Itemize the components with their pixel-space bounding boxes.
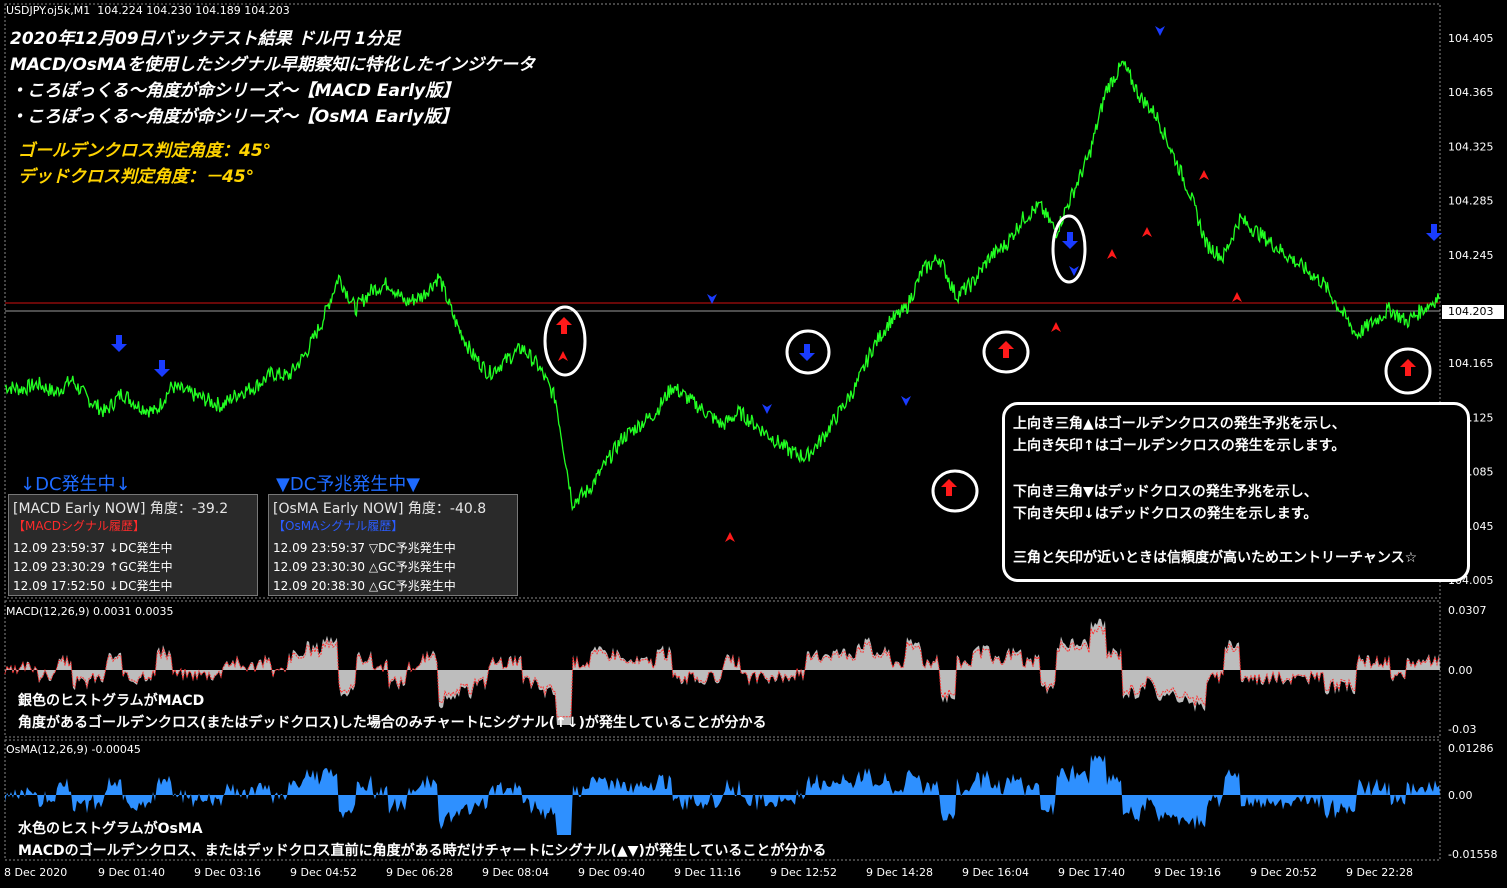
up-arrow-icon	[556, 317, 572, 334]
osma-info-panel: [OsMA Early NOW] 角度：-40.8 【OsMAシグナル履歴】 1…	[268, 494, 518, 596]
macd-history-row: 12.09 23:30:29 ↑GC発生中	[13, 560, 173, 574]
up-triangle-icon	[558, 351, 568, 361]
legend-note-box: 上向き三角▲はゴールデンクロスの発生予兆を示し、 上向き矢印↑はゴールデンクロス…	[1002, 402, 1470, 582]
symbol-header: USDJPY.oj5k,M1 104.224 104.230 104.189 1…	[6, 4, 290, 17]
price-tick-label: 104.405	[1448, 32, 1494, 45]
note-line: 上向き矢印↑はゴールデンクロスの発生を示します。	[1013, 438, 1346, 454]
time-tick: 9 Dec 17:40	[1058, 866, 1125, 879]
osma-indicator-label: OsMA(12,26,9) -0.00045	[6, 743, 141, 756]
time-tick: 9 Dec 09:40	[578, 866, 645, 879]
macd-caption-detail: 角度があるゴールデンクロス(またはデッドクロス)した場合のみチャートにシグナル(…	[18, 715, 767, 731]
osma-axis-zero: 0.00	[1448, 789, 1473, 802]
time-tick: 9 Dec 22:28	[1346, 866, 1413, 879]
macd-axis-bottom: -0.03	[1448, 723, 1477, 736]
up-arrow-icon	[941, 479, 957, 496]
macd-axis-zero: 0.00	[1448, 664, 1473, 677]
macd-panel-subtitle: 【MACDシグナル履歴】	[13, 519, 145, 533]
macd-indicator-label: MACD(12,26,9) 0.0031 0.0035	[6, 605, 174, 618]
up-arrow-icon	[998, 341, 1014, 358]
up-triangle-icon	[1199, 170, 1209, 180]
down-arrow-icon	[1062, 232, 1078, 249]
note-line: 上向き三角▲はゴールデンクロスの発生予兆を示し、	[1013, 416, 1346, 432]
osma-panel-title: [OsMA Early NOW] 角度：-40.8	[273, 501, 487, 517]
macd-status-text: ↓DC発生中↓	[20, 474, 131, 495]
macd-history-row: 12.09 23:59:37 ↓DC発生中	[13, 541, 173, 555]
osma-caption: 水色のヒストグラムがOsMA	[18, 821, 203, 837]
osma-panel-subtitle: 【OsMAシグナル履歴】	[273, 519, 404, 533]
time-tick: 9 Dec 12:52	[770, 866, 837, 879]
up-triangle-icon	[1232, 292, 1242, 302]
series-osma-title: ・ころぽっくる～角度が命シリーズ～【OsMA Early版】	[10, 107, 458, 127]
indicator-description: MACD/OsMAを使用したシグナル早期察知に特化したインジケータ	[10, 55, 535, 75]
time-tick: 9 Dec 08:04	[482, 866, 549, 879]
trading-chart-window: 104.405 104.365 104.325 104.285 104.245 104.2…	[0, 0, 1507, 888]
note-line: 下向き矢印↓はデッドクロスの発生を示します。	[1013, 506, 1318, 522]
up-triangle-icon	[725, 532, 735, 542]
down-triangle-icon	[762, 404, 772, 414]
macd-info-panel: [MACD Early NOW] 角度：-39.2 【MACDシグナル履歴】 1…	[8, 494, 258, 596]
price-tick-label: 104.325	[1448, 140, 1494, 153]
time-tick: 9 Dec 03:16	[194, 866, 261, 879]
price-tick-label: 104.365	[1448, 86, 1494, 99]
osma-histogram	[5, 755, 1440, 835]
down-arrow-icon	[154, 360, 170, 377]
time-tick: 8 Dec 2020	[4, 866, 68, 879]
backtest-title: 2020年12月09日バックテスト結果 ドル円 1分足	[10, 29, 401, 49]
osma-history-row: 12.09 20:38:30 △GC予兆発生中	[273, 579, 456, 593]
dead-cross-angle: デッドクロス判定角度：－45°	[18, 167, 255, 187]
series-macd-title: ・ころぽっくる～角度が命シリーズ～【MACD Early版】	[10, 81, 460, 101]
down-triangle-icon	[901, 396, 911, 406]
price-tick-label: 104.285	[1448, 195, 1494, 208]
golden-cross-angle: ゴールデンクロス判定角度：45°	[18, 141, 272, 161]
price-tick-label: 104.245	[1448, 249, 1494, 262]
macd-history-row: 12.09 17:52:50 ↓DC発生中	[13, 579, 173, 593]
time-tick: 9 Dec 11:16	[674, 866, 741, 879]
time-tick: 9 Dec 04:52	[290, 866, 357, 879]
osma-axis-top: 0.01286	[1448, 742, 1494, 755]
osma-axis-bottom: -0.01558	[1448, 848, 1498, 861]
up-triangle-icon	[1051, 322, 1061, 332]
osma-status-text: ▼DC予兆発生中▼	[276, 474, 421, 495]
up-triangle-icon	[1107, 249, 1117, 259]
time-tick: 9 Dec 20:52	[1250, 866, 1317, 879]
highlight-circle	[1051, 214, 1087, 284]
highlight-circle	[931, 469, 979, 513]
up-arrow-icon	[1400, 359, 1416, 376]
price-tick-label: 104.165	[1448, 357, 1494, 370]
highlight-circle	[543, 305, 587, 377]
osma-caption-detail: MACDのゴールデンクロス、またはデッドクロス直前に角度がある時だけチャートにシ…	[18, 843, 827, 859]
up-triangle-icon	[1142, 227, 1152, 237]
time-tick: 9 Dec 14:28	[866, 866, 933, 879]
time-tick: 9 Dec 19:16	[1154, 866, 1221, 879]
osma-history-row: 12.09 23:59:37 ▽DC予兆発生中	[273, 541, 456, 555]
macd-axis-top: 0.0307	[1448, 604, 1487, 617]
current-price-tag: 104.203	[1442, 305, 1504, 319]
note-line: 下向き三角▼はデッドクロスの発生予兆を示し、	[1013, 484, 1318, 500]
down-triangle-icon	[1155, 26, 1165, 36]
macd-panel-title: [MACD Early NOW] 角度：-39.2	[13, 501, 229, 517]
osma-history-row: 12.09 23:30:30 △GC予兆発生中	[273, 560, 456, 574]
down-arrow-icon	[111, 335, 127, 352]
time-tick: 9 Dec 16:04	[962, 866, 1029, 879]
time-tick: 9 Dec 01:40	[98, 866, 165, 879]
time-tick: 9 Dec 06:28	[386, 866, 453, 879]
macd-caption: 銀色のヒストグラムがMACD	[18, 693, 205, 709]
note-line: 三角と矢印が近いときは信頼度が高いためエントリーチャンス☆	[1013, 550, 1418, 566]
down-arrow-icon	[799, 344, 815, 361]
